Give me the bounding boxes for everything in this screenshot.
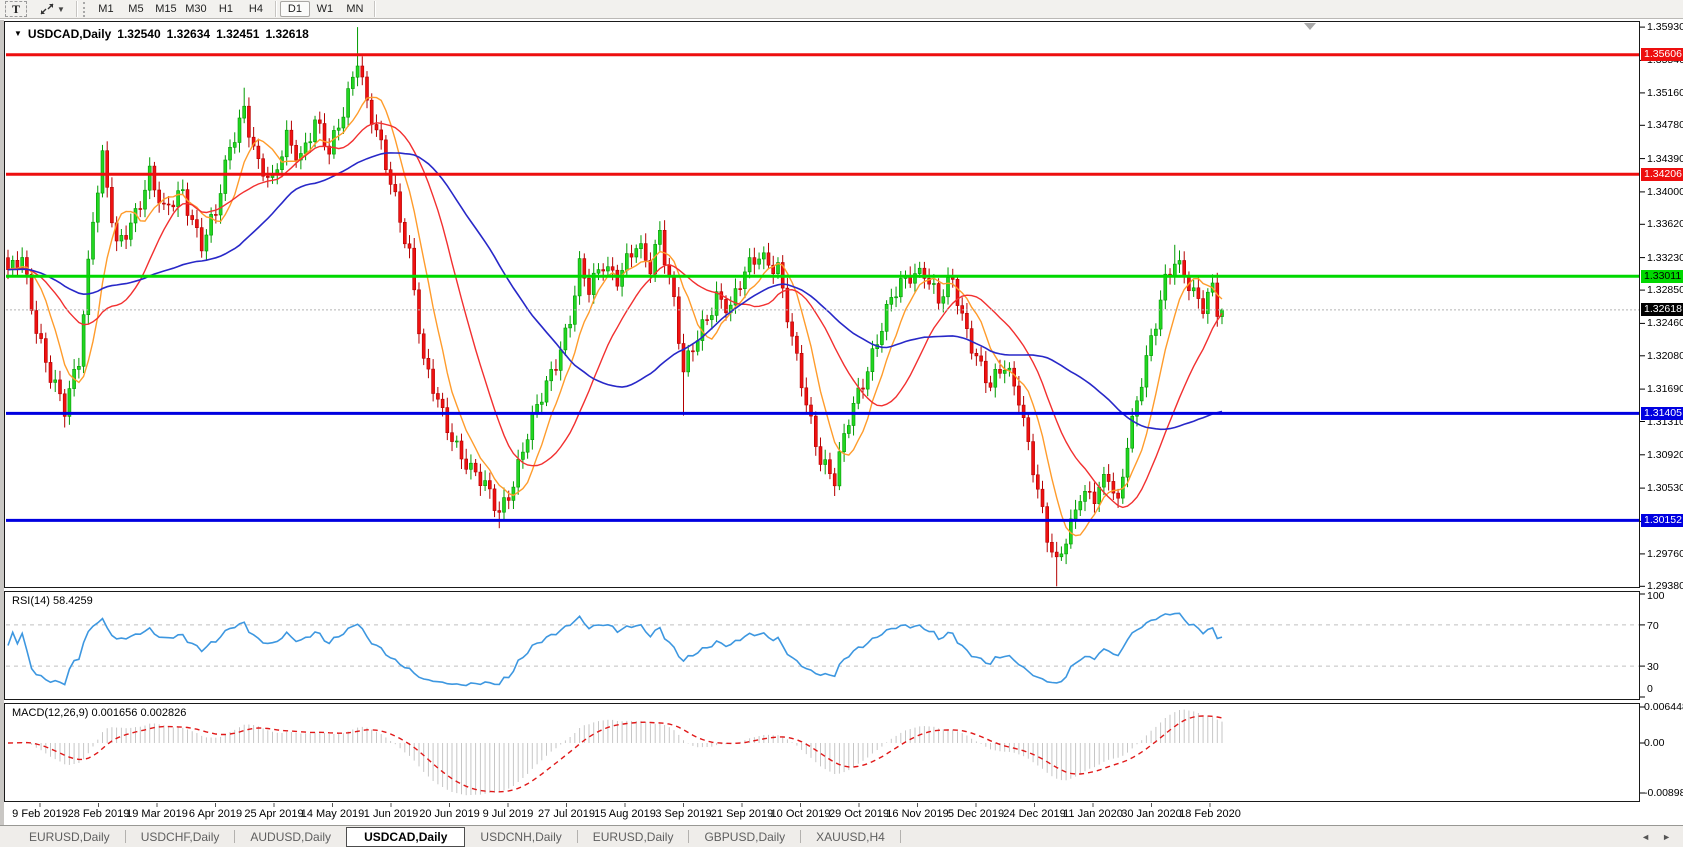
price-axis-column (1641, 21, 1683, 802)
tab-usdcad-daily[interactable]: USDCAD,Daily (346, 827, 465, 847)
rsi-name: RSI(14) (12, 595, 50, 607)
timeframe-m5-button[interactable]: M5 (121, 1, 151, 17)
timeframe-m1-button[interactable]: M1 (91, 1, 121, 17)
timeframe-h1-button[interactable]: H1 (211, 1, 241, 17)
toolbar-separator (374, 1, 375, 17)
tab-separator (900, 830, 901, 843)
tab-scroll-right-icon[interactable]: ► (1662, 832, 1671, 842)
rsi-indicator-label: RSI(14) 58.4259 (12, 595, 93, 607)
top-toolbar: T ▼ M1 M5 M15 M30 H1 H4 D1 W1 MN (0, 0, 1683, 19)
macd-indicator-label: MACD(12,26,9) 0.001656 0.002826 (12, 707, 186, 719)
price-pane[interactable] (4, 21, 1640, 588)
tab-scroll-left-icon[interactable]: ◄ (1641, 832, 1650, 842)
ohlc-high: 1.32634 (167, 27, 210, 41)
timeframe-m15-button[interactable]: M15 (151, 1, 181, 17)
chart-shift-marker[interactable] (1304, 23, 1316, 30)
ohlc-low: 1.32451 (216, 27, 259, 41)
chart-header: ▼ USDCAD,Daily 1.32540 1.32634 1.32451 1… (14, 27, 309, 41)
toolbar-separator (76, 1, 77, 17)
tab-eurusd-daily-1[interactable]: EURUSD,Daily (14, 828, 125, 846)
symbol-dropdown-icon[interactable]: ▼ (14, 29, 22, 38)
timeframe-m30-button[interactable]: M30 (181, 1, 211, 17)
time-axis (4, 803, 1683, 825)
timeframe-mn-button[interactable]: MN (340, 1, 370, 17)
toolbar-separator (275, 1, 276, 17)
chart-tab-bar: EURUSD,Daily USDCHF,Daily AUDUSD,Daily U… (0, 825, 1683, 847)
ohlc-close: 1.32618 (265, 27, 308, 41)
cursor-tool-dropdown-icon[interactable]: ▼ (57, 5, 65, 14)
text-tool-label: T (12, 2, 20, 17)
macd-pane[interactable] (4, 703, 1640, 802)
ohlc-open: 1.32540 (117, 27, 160, 41)
text-tool-button[interactable]: T (5, 1, 27, 17)
rsi-pane[interactable] (4, 591, 1640, 700)
tab-audusd-daily[interactable]: AUDUSD,Daily (235, 828, 346, 846)
chart-symbol: USDCAD,Daily (28, 27, 111, 41)
cursor-tool-button[interactable]: ▼ (33, 1, 72, 17)
rsi-value: 58.4259 (53, 595, 93, 607)
cursor-arrows-icon (40, 3, 54, 15)
toolbar-grip[interactable] (83, 2, 87, 17)
timeframe-h4-button[interactable]: H4 (241, 1, 271, 17)
tab-usdcnh-daily[interactable]: USDCNH,Daily (465, 828, 576, 846)
tab-eurusd-daily-2[interactable]: EURUSD,Daily (578, 828, 689, 846)
timeframe-w1-button[interactable]: W1 (310, 1, 340, 17)
tab-xauusd-h4[interactable]: XAUUSD,H4 (801, 828, 900, 846)
macd-main-value: 0.001656 (91, 707, 137, 719)
macd-name: MACD(12,26,9) (12, 707, 88, 719)
tab-gbpusd-daily[interactable]: GBPUSD,Daily (689, 828, 800, 846)
timeframe-d1-button[interactable]: D1 (280, 1, 310, 17)
macd-signal-value: 0.002826 (140, 707, 186, 719)
tab-usdchf-daily[interactable]: USDCHF,Daily (126, 828, 235, 846)
